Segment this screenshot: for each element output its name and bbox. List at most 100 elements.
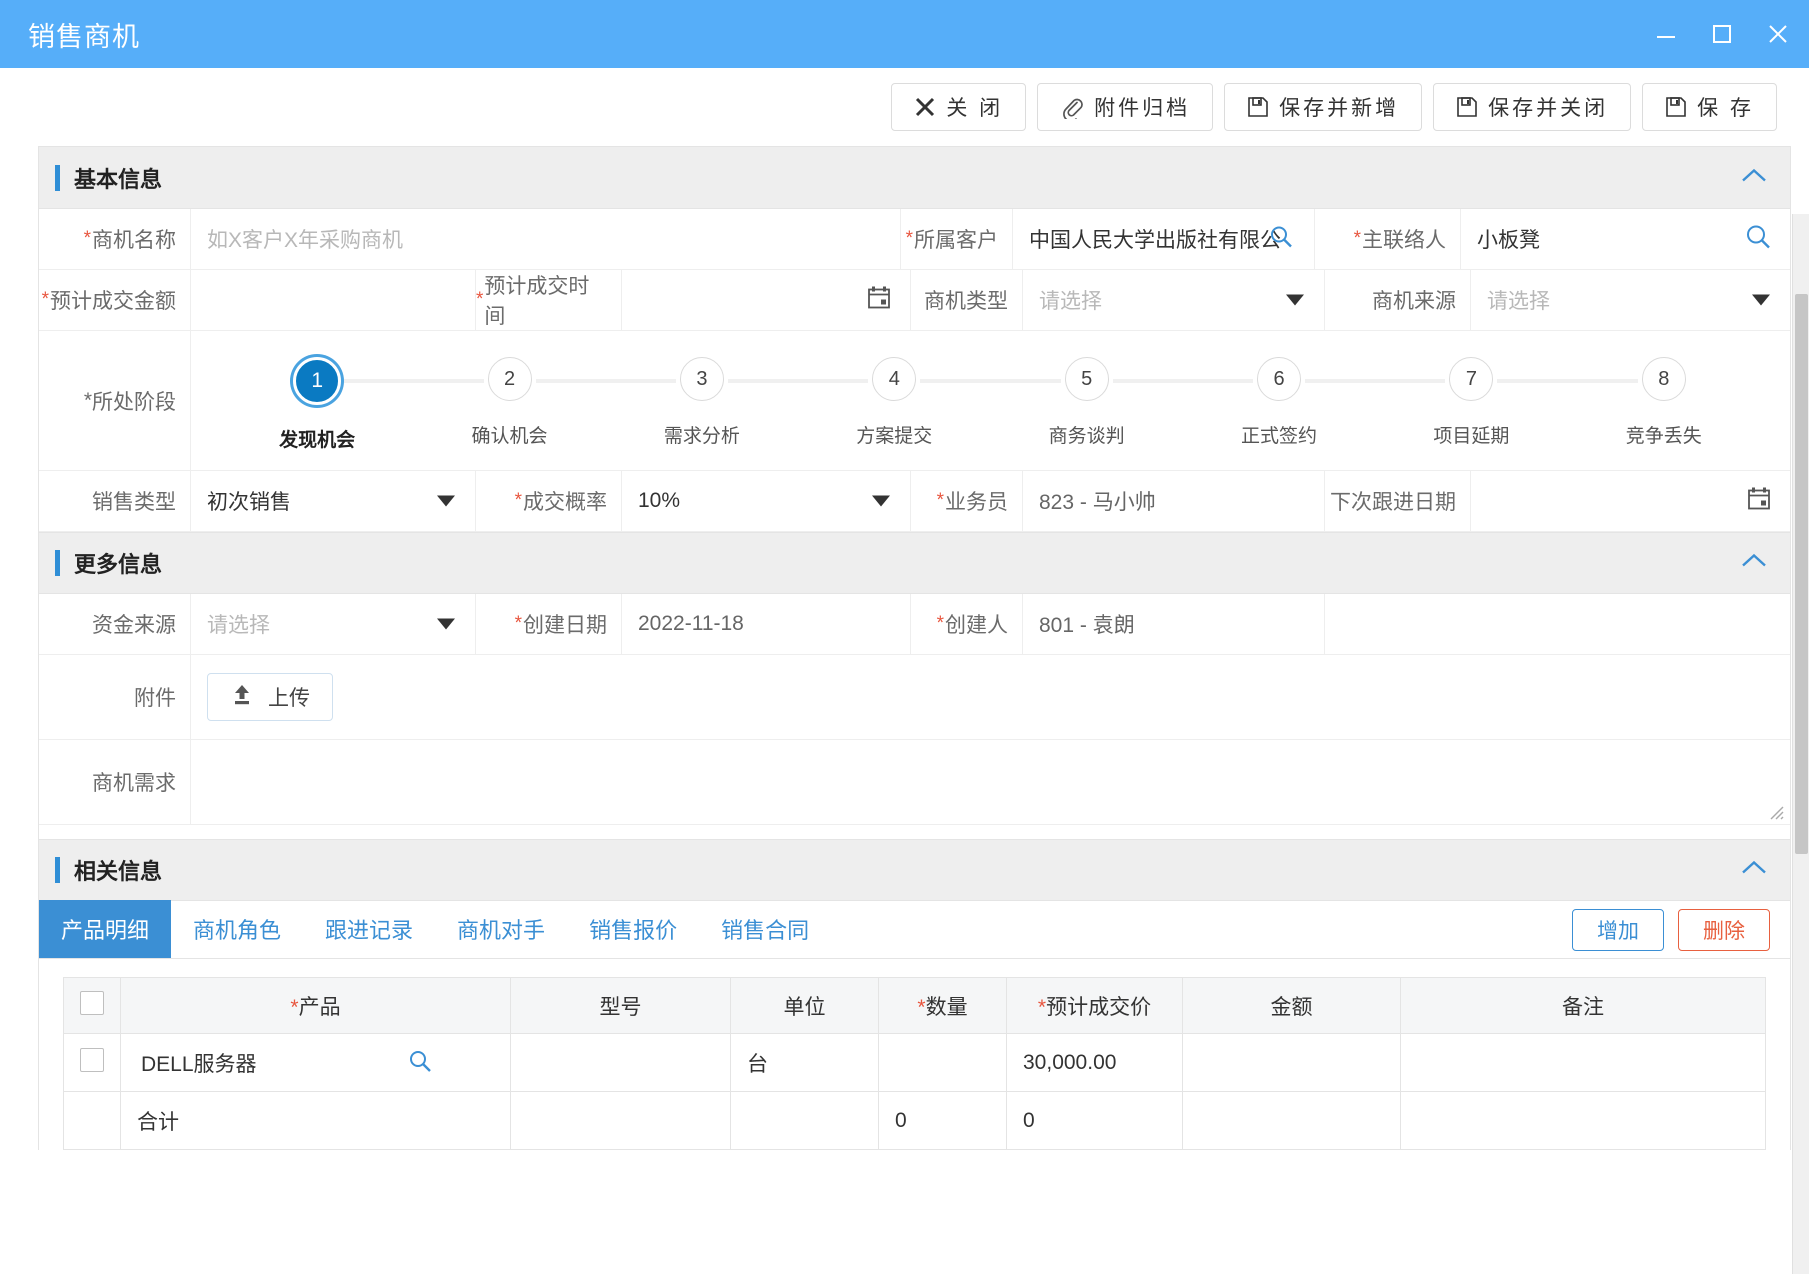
- cell-product[interactable]: DELL服务器: [121, 1034, 511, 1092]
- creator-value: 801 - 袁朗: [1023, 609, 1324, 639]
- fund-source-field[interactable]: 请选择: [191, 594, 476, 654]
- stage-step-5[interactable]: 5 商务谈判: [991, 357, 1183, 448]
- select-all-checkbox[interactable]: [80, 991, 104, 1015]
- delete-button[interactable]: 删除: [1678, 909, 1770, 951]
- chevron-up-icon[interactable]: [1740, 552, 1768, 575]
- archive-attachment-button[interactable]: 附件归档: [1037, 83, 1213, 131]
- required-mark: *: [937, 613, 944, 635]
- chevron-up-icon[interactable]: [1740, 166, 1768, 189]
- summary-amount: [1183, 1092, 1401, 1150]
- opportunity-source-field[interactable]: 请选择: [1471, 270, 1790, 330]
- sales-type-field[interactable]: 初次销售: [191, 471, 476, 531]
- opportunity-name-input[interactable]: 如X客户X年采购商机: [191, 224, 900, 254]
- cell-model[interactable]: [511, 1034, 731, 1092]
- upload-button[interactable]: 上传: [207, 673, 333, 721]
- product-table: *产品 型号 单位 *数量 *预计成交价 金额 备注: [63, 977, 1766, 1150]
- row-checkbox[interactable]: [80, 1048, 104, 1072]
- tab-product-detail[interactable]: 产品明细: [39, 900, 171, 958]
- tab-competitor[interactable]: 商机对手: [435, 900, 567, 958]
- add-button[interactable]: 增加: [1572, 909, 1664, 951]
- section-header-more[interactable]: 更多信息: [39, 532, 1790, 594]
- section-accent-bar: [55, 550, 60, 576]
- tab-label: 销售合同: [721, 913, 809, 945]
- win-rate-select[interactable]: 10%: [622, 489, 910, 513]
- close-icon[interactable]: [1765, 21, 1791, 47]
- close-button[interactable]: 关 闭: [891, 83, 1026, 131]
- stage-step-2[interactable]: 2 确认机会: [413, 357, 605, 448]
- cell-amount: [1183, 1034, 1401, 1092]
- requirement-label: 商机需求: [39, 740, 191, 824]
- stage-step-7[interactable]: 7 项目延期: [1375, 357, 1567, 448]
- chevron-down-icon[interactable]: [437, 619, 455, 630]
- opportunity-type-field[interactable]: 请选择: [1023, 270, 1325, 330]
- main-contact-field[interactable]: 小板凳: [1461, 209, 1790, 269]
- scrollbar-thumb[interactable]: [1795, 294, 1808, 854]
- win-rate-field[interactable]: 10%: [622, 471, 911, 531]
- column-header-product: *产品: [121, 978, 511, 1034]
- stage-step-8[interactable]: 8 竞争丢失: [1568, 357, 1760, 448]
- stage-step-label: 方案提交: [856, 421, 932, 448]
- tab-sales-quote[interactable]: 销售报价: [567, 900, 699, 958]
- opportunity-source-select[interactable]: 请选择: [1471, 285, 1790, 315]
- form-row-attachment: 附件 上传: [39, 655, 1790, 740]
- calendar-icon[interactable]: [1746, 486, 1772, 517]
- calendar-icon[interactable]: [866, 285, 892, 316]
- form-row-requirement: 商机需求: [39, 740, 1790, 825]
- required-mark: *: [290, 996, 298, 1019]
- win-rate-label: *成交概率: [476, 471, 622, 531]
- main-contact-input[interactable]: 小板凳: [1461, 224, 1790, 254]
- required-mark: *: [1354, 228, 1361, 250]
- resize-handle-icon[interactable]: [1766, 802, 1784, 820]
- cell-qty[interactable]: [879, 1034, 1007, 1092]
- creator-label: *创建人: [911, 594, 1023, 654]
- search-icon[interactable]: [407, 1048, 433, 1074]
- opportunity-name-field[interactable]: 如X客户X年采购商机: [191, 209, 901, 269]
- tab-sales-contract[interactable]: 销售合同: [699, 900, 831, 958]
- requirement-field[interactable]: [191, 740, 1790, 824]
- fund-source-select[interactable]: 请选择: [191, 609, 475, 639]
- chevron-down-icon[interactable]: [872, 496, 890, 507]
- chevron-down-icon[interactable]: [1286, 295, 1304, 306]
- opportunity-type-select[interactable]: 请选择: [1023, 285, 1324, 315]
- create-date-value: 2022-11-18: [622, 612, 910, 636]
- search-icon[interactable]: [1744, 223, 1772, 256]
- stage-step-6[interactable]: 6 正式签约: [1183, 357, 1375, 448]
- tab-label: 商机对手: [457, 913, 545, 945]
- paperclip-icon: [1060, 95, 1084, 119]
- summary-price: 0: [1007, 1092, 1183, 1150]
- stage-connector: [343, 379, 413, 383]
- sales-type-select[interactable]: 初次销售: [191, 486, 475, 516]
- save-and-close-button[interactable]: 保存并关闭: [1433, 83, 1631, 131]
- expected-date-field[interactable]: [622, 270, 911, 330]
- sales-rep-field[interactable]: 823 - 马小帅: [1023, 471, 1325, 531]
- vertical-scrollbar[interactable]: [1792, 214, 1809, 1274]
- chevron-down-icon[interactable]: [1752, 295, 1770, 306]
- stage-step-4[interactable]: 4 方案提交: [798, 357, 990, 448]
- tab-opportunity-role[interactable]: 商机角色: [171, 900, 303, 958]
- summary-remark: [1401, 1092, 1766, 1150]
- stage-step-3[interactable]: 3 需求分析: [606, 357, 798, 448]
- tab-followup-record[interactable]: 跟进记录: [303, 900, 435, 958]
- save-label: 保 存: [1697, 92, 1754, 122]
- cell-remark[interactable]: [1401, 1034, 1766, 1092]
- chevron-down-icon[interactable]: [437, 496, 455, 507]
- maximize-icon[interactable]: [1709, 21, 1735, 47]
- minimize-icon[interactable]: [1653, 21, 1679, 47]
- next-followup-field[interactable]: [1471, 471, 1790, 531]
- sales-rep-input[interactable]: 823 - 马小帅: [1023, 486, 1324, 516]
- form-content: 基本信息 *商机名称 如X客户X年采购商机 *所属客户 中国人民大学出版社有限公: [38, 146, 1791, 1150]
- cell-price[interactable]: 30,000.00: [1007, 1034, 1183, 1092]
- section-header-related[interactable]: 相关信息: [39, 839, 1790, 901]
- save-and-new-button[interactable]: 保存并新增: [1224, 83, 1422, 131]
- save-button[interactable]: 保 存: [1642, 83, 1777, 131]
- stage-step-1[interactable]: 1 发现机会: [221, 357, 413, 452]
- cell-unit[interactable]: 台: [731, 1034, 879, 1092]
- section-accent-bar: [55, 857, 60, 883]
- section-header-basic[interactable]: 基本信息: [39, 147, 1790, 209]
- search-icon[interactable]: [1268, 224, 1294, 255]
- stage-step-number: 1: [293, 357, 341, 405]
- chevron-up-icon[interactable]: [1740, 859, 1768, 882]
- expected-amount-field[interactable]: [191, 270, 476, 330]
- stage-connector: [1183, 379, 1253, 383]
- customer-field[interactable]: 中国人民大学出版社有限公: [1013, 209, 1315, 269]
